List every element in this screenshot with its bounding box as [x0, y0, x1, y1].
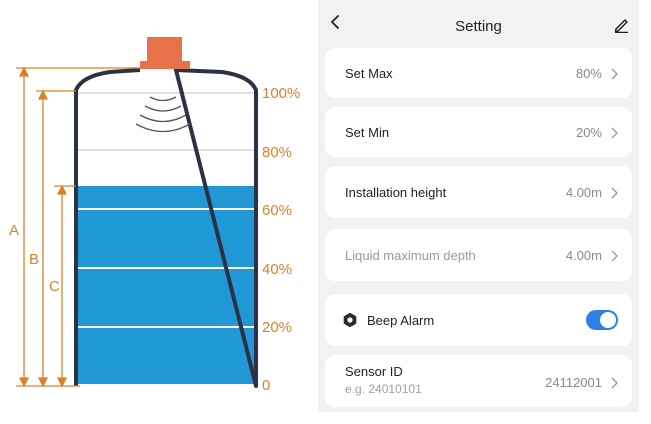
level-label-40: 40%: [262, 261, 293, 278]
edit-icon[interactable]: [613, 17, 629, 33]
liquid-max-depth-label: Liquid maximum depth: [345, 248, 476, 263]
ultrasonic-waves-icon: [135, 96, 191, 133]
liquid-max-depth-value: 4.00m: [565, 248, 602, 263]
dimension-b-label: B: [29, 251, 40, 268]
installation-height-row[interactable]: Installation height 4.00m: [325, 166, 632, 218]
sensor-flange: [140, 61, 190, 69]
installation-height-label: Installation height: [345, 185, 447, 200]
page-title: Setting: [455, 18, 502, 35]
beep-alarm-row: Beep Alarm: [325, 294, 632, 346]
hexagon-nut-icon: [343, 312, 357, 328]
level-label-0: 0: [262, 377, 271, 394]
level-label-60: 60%: [262, 202, 293, 219]
set-max-row[interactable]: Set Max 80%: [325, 48, 632, 98]
sensor-id-placeholder: e.g. 24010101: [345, 382, 422, 396]
sensor-id-value: 24112001: [545, 375, 602, 390]
toggle-knob: [600, 312, 616, 328]
set-min-value: 20%: [575, 125, 602, 140]
settings-panel: Setting Set Max 80% Set Min 20% Installa…: [318, 0, 639, 412]
chevron-right-icon: [611, 250, 618, 262]
level-label-80: 80%: [262, 144, 293, 161]
level-label-20: 20%: [262, 319, 293, 336]
liquid-max-depth-row[interactable]: Liquid maximum depth 4.00m: [325, 229, 632, 281]
chevron-right-icon: [611, 127, 618, 139]
level-label-100: 100%: [262, 85, 301, 102]
set-max-label: Set Max: [345, 66, 393, 81]
set-min-label: Set Min: [345, 125, 390, 140]
installation-height-value: 4.00m: [565, 185, 602, 200]
set-min-row[interactable]: Set Min 20%: [325, 107, 632, 157]
sensor-id-row[interactable]: Sensor ID e.g. 24010101 24112001: [325, 355, 632, 407]
sensor-id-label: Sensor ID: [345, 364, 403, 379]
dimension-c-label: C: [49, 278, 60, 295]
set-max-value: 80%: [575, 66, 602, 81]
beep-alarm-toggle[interactable]: [586, 310, 618, 330]
chevron-right-icon: [611, 187, 618, 199]
dimension-a-label: A: [9, 222, 20, 239]
chevron-right-icon: [611, 68, 618, 80]
chevron-right-icon: [611, 377, 618, 389]
navigation-bar: Setting: [318, 0, 639, 44]
tank-level-diagram: A B C 100% 80% 60% 40% 20% 0: [0, 0, 318, 424]
sensor-head: [147, 37, 182, 61]
beep-alarm-label: Beep Alarm: [367, 313, 435, 328]
